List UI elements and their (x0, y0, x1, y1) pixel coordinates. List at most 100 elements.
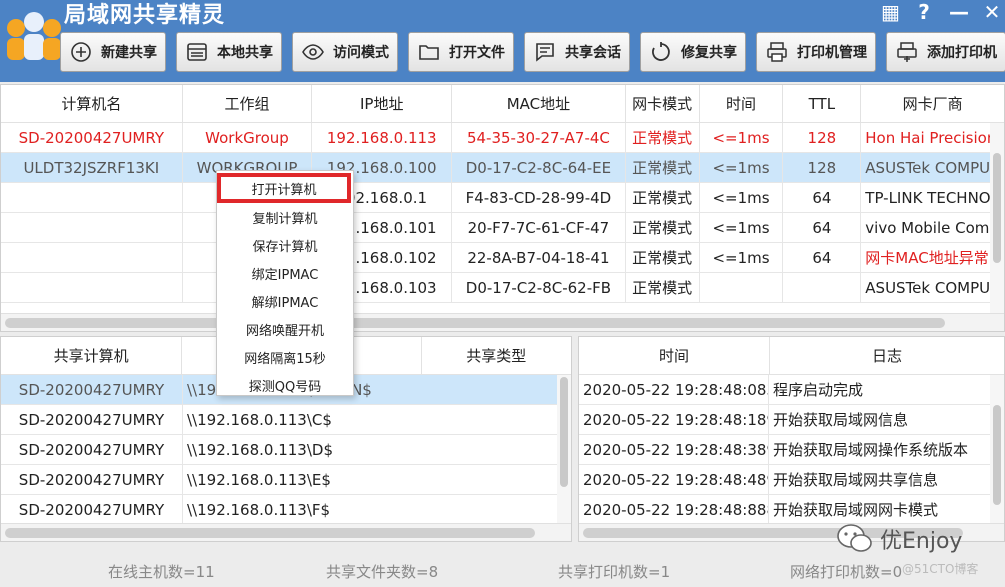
open-file-button[interactable]: 打开文件 (408, 32, 514, 72)
scroll-thumb[interactable] (560, 377, 568, 487)
share-session-button[interactable]: 共享会话 (524, 32, 630, 72)
local-share-button[interactable]: 本地共享 (176, 32, 282, 72)
cell-name: SD-20200427UMRY (1, 123, 183, 152)
col-time[interactable]: 时间 (700, 85, 784, 122)
cell-log-time: 2020-05-22 19:28:48:083 (579, 375, 769, 404)
computer-horizontal-scrollbar[interactable] (1, 313, 1004, 331)
cell-share-path: \\192.168.0.113\F$ (187, 500, 331, 519)
cell-log-message: 程序启动完成 (773, 381, 864, 399)
menu-grid-icon[interactable]: ▦ (881, 0, 900, 24)
close-icon[interactable]: ✕ (983, 0, 1001, 24)
cell-log-message: 开始获取局域网信息 (773, 411, 909, 429)
share-row[interactable]: SD-20200427UMRY \\192.168.0.113\D$ (1, 435, 571, 465)
computer-vertical-scrollbar[interactable] (990, 123, 1004, 313)
cell-log-time: 2020-05-22 19:28:48:389 (579, 435, 769, 464)
share-vertical-scrollbar[interactable] (557, 375, 571, 523)
cell-vendor: TP-LINK TECHNO (865, 188, 991, 207)
cell-vendor: 网卡MAC地址异常 (865, 249, 989, 267)
cell-share-path: \\192.168.0.113\D$ (187, 440, 333, 459)
col-log-time[interactable]: 时间 (579, 337, 771, 374)
status-bar: 在线主机数=11 共享文件夹数=8 共享打印机数=1 网络打印机数=0 (0, 556, 1005, 587)
log-row[interactable]: 2020-05-22 19:28:48:389 开始获取局域网操作系统版本 (579, 435, 1004, 465)
cell-share-path: \\192.168.0.113\C$ (187, 410, 332, 429)
watermark-small: @51CTO博客 (902, 562, 979, 576)
cell-nic-mode: 正常模式 (626, 183, 700, 212)
scroll-thumb[interactable] (993, 405, 1001, 505)
col-log-message[interactable]: 日志 (770, 337, 1004, 374)
menu-open-computer[interactable]: 打开计算机 (217, 173, 351, 203)
scroll-thumb[interactable] (5, 528, 535, 538)
add-printer-button[interactable]: 添加打印机 (886, 32, 1005, 72)
share-row[interactable]: SD-20200427UMRY \\192.168.0.113\F$ (1, 495, 571, 525)
cell-name (1, 183, 183, 212)
cell-vendor: vivo Mobile Com (865, 218, 990, 237)
cell-share-computer: SD-20200427UMRY (1, 405, 183, 434)
cell-time: <=1ms (700, 213, 784, 242)
computer-row[interactable]: SD-20200427UMRY WorkGroup 192.168.0.113 … (1, 123, 1004, 153)
status-shared-folders: 共享文件夹数=8 (326, 563, 439, 581)
printer-add-icon (895, 40, 919, 64)
cell-log-time: 2020-05-22 19:28:48:888 (579, 495, 769, 524)
cell-mac: 22-8A-B7-04-18-41 (452, 243, 626, 272)
cell-ttl: 64 (783, 243, 862, 272)
cell-mac: 54-35-30-27-A7-4C (452, 123, 626, 152)
status-online-hosts: 在线主机数=11 (108, 563, 215, 581)
repair-share-label: 修复共享 (681, 45, 737, 61)
printer-manage-button[interactable]: 打印机管理 (756, 32, 876, 72)
computer-row[interactable]: 192.168.0.1 F4-83-CD-28-99-4D 正常模式 <=1ms… (1, 183, 1004, 213)
col-workgroup[interactable]: 工作组 (183, 85, 313, 122)
share-horizontal-scrollbar[interactable] (1, 523, 571, 541)
col-share-computer[interactable]: 共享计算机 (1, 337, 183, 374)
menu-bind-ipmac[interactable]: 绑定IPMAC (217, 259, 353, 287)
col-computer-name[interactable]: 计算机名 (1, 85, 183, 122)
local-share-label: 本地共享 (217, 45, 273, 61)
share-session-label: 共享会话 (565, 45, 621, 61)
col-vendor[interactable]: 网卡厂商 (861, 85, 1004, 122)
chat-icon (533, 40, 557, 64)
log-row[interactable]: 2020-05-22 19:28:48:489 开始获取局域网共享信息 (579, 465, 1004, 495)
menu-detect-qq[interactable]: 探测QQ号码 (217, 371, 353, 399)
col-ip[interactable]: IP地址 (312, 85, 453, 122)
status-shared-printers: 共享打印机数=1 (558, 563, 671, 581)
cell-mac: D0-17-C2-8C-62-FB (452, 273, 626, 302)
cell-time: <=1ms (700, 183, 784, 212)
col-mac[interactable]: MAC地址 (452, 85, 626, 122)
cell-log-time: 2020-05-22 19:28:48:189 (579, 405, 769, 434)
access-mode-button[interactable]: 访问模式 (292, 32, 398, 72)
scroll-thumb[interactable] (5, 318, 945, 328)
log-vertical-scrollbar[interactable] (990, 375, 1004, 523)
new-share-button[interactable]: 新建共享 (60, 32, 166, 72)
computer-row[interactable]: 192.168.0.102 22-8A-B7-04-18-41 正常模式 <=1… (1, 243, 1004, 273)
toolbar: 新建共享 本地共享 访问模式 打开文件 共享会话 修复共享 打印机管理 添加打印… (60, 32, 1005, 72)
menu-isolate-15s[interactable]: 网络隔离15秒 (217, 343, 353, 371)
help-icon[interactable]: ? (915, 0, 933, 24)
cell-vendor: ASUSTek COMPU (865, 278, 991, 297)
computer-row[interactable]: ULDT32JSZRF13KI WORKGROUP 192.168.0.100 … (1, 153, 1004, 183)
log-row[interactable]: 2020-05-22 19:28:48:888 开始获取局域网网卡模式 (579, 495, 1004, 525)
printer-icon (765, 40, 789, 64)
menu-copy-computer[interactable]: 复制计算机 (217, 203, 353, 231)
cell-log-message: 开始获取局域网操作系统版本 (773, 441, 969, 459)
col-share-type[interactable]: 共享类型 (422, 337, 571, 374)
app-header: 局域网共享精灵 ▦ ? — ✕ 新建共享 本地共享 访问模式 打开文件 共享会话 (0, 0, 1005, 82)
log-row[interactable]: 2020-05-22 19:28:48:083 程序启动完成 (579, 375, 1004, 405)
share-row[interactable]: SD-20200427UMRY \\192.168.0.113\E$ (1, 465, 571, 495)
repair-share-button[interactable]: 修复共享 (640, 32, 746, 72)
log-row[interactable]: 2020-05-22 19:28:48:189 开始获取局域网信息 (579, 405, 1004, 435)
menu-unbind-ipmac[interactable]: 解绑IPMAC (217, 287, 353, 315)
menu-save-computer[interactable]: 保存计算机 (217, 231, 353, 259)
computer-table-header: 计算机名 工作组 IP地址 MAC地址 网卡模式 时间 TTL 网卡厂商 (1, 85, 1004, 123)
wechat-icon (837, 524, 872, 552)
scroll-thumb[interactable] (993, 153, 1001, 263)
open-file-label: 打开文件 (449, 45, 505, 61)
computer-row[interactable]: 192.168.0.103 D0-17-C2-8C-62-FB 正常模式 ASU… (1, 273, 1004, 303)
col-ttl[interactable]: TTL (783, 85, 862, 122)
cell-name (1, 243, 183, 272)
computer-row[interactable]: 192.168.0.101 20-F7-7C-61-CF-47 正常模式 <=1… (1, 213, 1004, 243)
cell-name (1, 273, 183, 302)
menu-wake-on-lan[interactable]: 网络唤醒开机 (217, 315, 353, 343)
minimize-icon[interactable]: — (949, 0, 969, 24)
cell-ttl: 64 (783, 183, 862, 212)
col-nic-mode[interactable]: 网卡模式 (626, 85, 700, 122)
share-row[interactable]: SD-20200427UMRY \\192.168.0.113\C$ (1, 405, 571, 435)
